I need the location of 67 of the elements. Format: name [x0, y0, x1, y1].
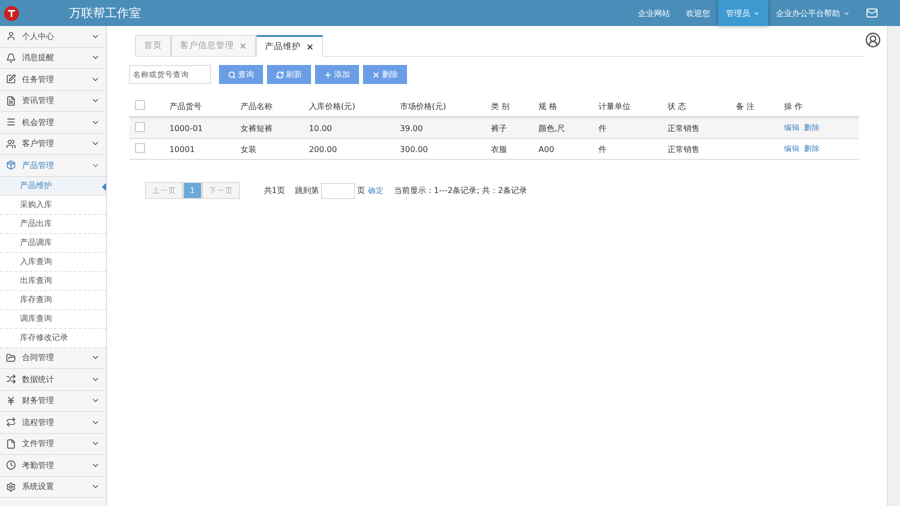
sidebar-item[interactable]: 系统设置	[0, 476, 106, 498]
letter-t-drawing	[7, 8, 16, 18]
menu-item-icon	[6, 96, 16, 106]
record-summary: 当前显示：1---2条记录; 共：2条记录	[394, 185, 528, 196]
sidebar-subitem[interactable]: 入库查询	[0, 252, 106, 272]
plus-icon	[324, 70, 332, 78]
table-cell: 10001	[163, 138, 234, 160]
close-icon[interactable]	[306, 43, 314, 51]
nav-link[interactable]: 企业办公平台帮助	[768, 0, 858, 26]
nav-link[interactable]: 欢迎您	[678, 0, 718, 26]
checkbox[interactable]	[135, 100, 145, 110]
avatar-icon[interactable]	[865, 32, 881, 48]
menu-item-icon	[6, 52, 16, 63]
avatar-drawing	[865, 32, 881, 48]
table-cell: 衣服	[484, 138, 533, 160]
sidebar-subitem[interactable]: 库存查询	[0, 290, 106, 310]
table-cell: 200.00	[302, 138, 394, 160]
menu-item-icon	[6, 160, 16, 170]
menu-item-icon	[6, 438, 16, 449]
sidebar-subitem[interactable]: 库存修改记录	[0, 328, 106, 348]
table-cell: 正常销售	[661, 138, 730, 160]
goto-label: 跳到第	[294, 185, 319, 196]
sidebar-item[interactable]: 财务管理	[0, 390, 106, 412]
table-cell: 女装	[234, 138, 303, 160]
sidebar-subitem[interactable]: 出库查询	[0, 272, 106, 290]
x-icon	[372, 70, 380, 78]
menu-item-icon	[6, 417, 16, 428]
total-pages: 共1页	[264, 185, 285, 196]
menu-item-icon	[6, 352, 16, 363]
mail-icon	[866, 7, 878, 19]
sidebar-subitem[interactable]: 调库查询	[0, 310, 106, 328]
sidebar-item[interactable]: 个人中心	[0, 26, 106, 48]
menu-item-icon	[6, 74, 16, 84]
goto-label: 页	[356, 185, 365, 196]
menu-item-icon	[6, 31, 16, 42]
menu-item-icon	[6, 460, 16, 470]
sidebar-item[interactable]: 流程管理	[0, 412, 106, 434]
menu-item-icon	[6, 482, 16, 492]
app-title: 万联帮工作室	[69, 4, 141, 22]
refresh-icon	[276, 70, 284, 78]
sidebar-item[interactable]: 资讯管理	[0, 90, 106, 112]
menu-item-icon	[6, 374, 16, 384]
checkbox[interactable]	[135, 143, 145, 153]
sidebar-item[interactable]: 考勤管理	[0, 455, 106, 476]
sidebar-item[interactable]: 数据统计	[0, 369, 106, 390]
sidebar-item[interactable]: 消息提醒	[0, 48, 106, 69]
sidebar-item[interactable]: 合同管理	[0, 348, 106, 369]
menu-item-icon	[6, 138, 16, 149]
sidebar-item[interactable]: 客户管理	[0, 134, 106, 155]
sidebar-item[interactable]: 文件管理	[0, 434, 106, 455]
sidebar-subitem[interactable]: 产品出库	[0, 214, 106, 234]
tab[interactable]: 产品维护	[256, 35, 323, 57]
sidebar-item[interactable]: 机会管理	[0, 112, 106, 134]
page-input[interactable]	[320, 182, 355, 198]
search-icon	[228, 70, 236, 78]
sidebar-item[interactable]: 任务管理	[0, 69, 106, 90]
nav-link[interactable]: 企业网站	[630, 0, 678, 26]
menu-item-icon	[6, 117, 16, 128]
sidebar-subitem[interactable]: 产品维护	[0, 176, 106, 196]
pointer-icon	[102, 182, 106, 190]
menu-item-icon	[6, 396, 16, 406]
table-cell: 300.00	[394, 138, 485, 160]
table-cell: A00	[532, 138, 593, 160]
sidebar-subitem[interactable]: 采购入库	[0, 196, 106, 214]
table-cell: 件	[592, 138, 662, 160]
sidebar-subitem[interactable]: 产品调库	[0, 234, 106, 252]
checkbox[interactable]	[135, 122, 145, 132]
